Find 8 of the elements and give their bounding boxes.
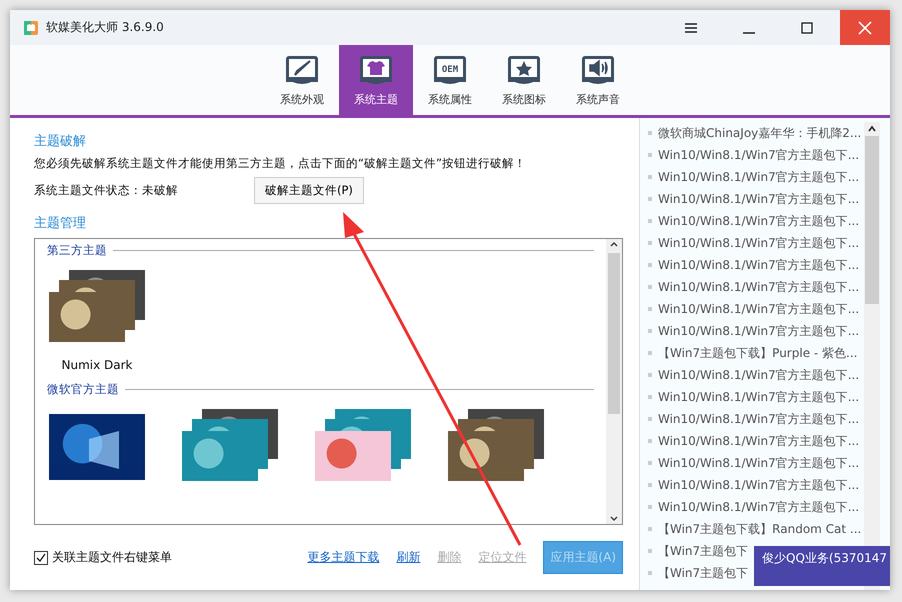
group-title: 微软官方主题: [47, 382, 119, 397]
section-heading: 主题管理: [34, 215, 87, 232]
theme-name: Numix Dark: [62, 358, 132, 372]
status-text: 系统主题文件状态：未破解: [34, 183, 179, 198]
section-heading: 主题破解: [34, 133, 87, 150]
notice-text: 您必须先破解系统主题文件才能使用第三方主题，点击下面的“破解主题文件”按钮进行破解！: [34, 156, 527, 171]
group-title: 第三方主题: [47, 243, 107, 258]
window-title: 软媒美化大师 3.6.9.0: [46, 19, 165, 36]
